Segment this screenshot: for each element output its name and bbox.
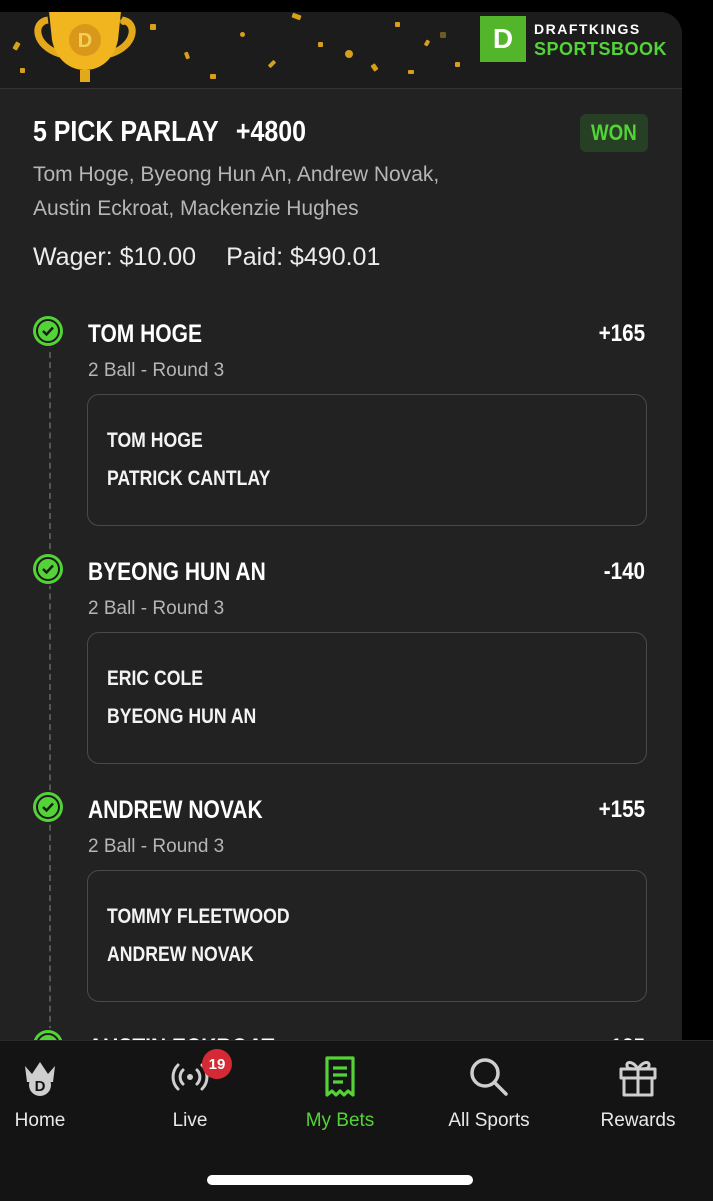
confetti-piece	[408, 70, 414, 74]
draftkings-crown-icon: D	[480, 16, 526, 62]
leg-selection: ANDREW NOVAK	[88, 796, 263, 824]
bet-title: 5 PICK PARLAY +4800	[33, 116, 306, 149]
leg-market: 2 Ball - Round 3	[88, 360, 225, 381]
confetti-piece	[318, 42, 323, 47]
draftkings-logo: D DRAFTKINGS SPORTSBOOK	[480, 16, 667, 62]
check-icon	[33, 792, 63, 822]
paid-amount: Paid: $490.01	[226, 243, 381, 271]
matchup-box[interactable]: TOMMY FLEETWOOD ANDREW NOVAK	[87, 870, 647, 1002]
bet-odds: +4800	[235, 116, 306, 148]
confetti-piece	[240, 32, 245, 37]
bet-type: 5 PICK PARLAY	[33, 116, 219, 148]
confetti-piece	[267, 59, 277, 69]
confetti-piece	[345, 50, 353, 58]
leg-market: 2 Ball - Round 3	[88, 836, 225, 857]
home-indicator[interactable]	[207, 1175, 473, 1185]
status-badge: WON	[580, 114, 648, 152]
confetti-piece	[183, 51, 191, 60]
crown-icon: D	[18, 1055, 62, 1099]
selections-summary: Tom Hoge, Byeong Hun An, Andrew Novak, A…	[33, 163, 440, 220]
leg-selection: BYEONG HUN AN	[88, 558, 266, 586]
leg-odds: +165	[598, 320, 645, 347]
check-icon	[33, 554, 63, 584]
confetti-piece	[291, 12, 302, 21]
matchup-player: BYEONG HUN AN	[107, 705, 257, 728]
svg-text:D: D	[78, 30, 92, 52]
wager-amount: Wager: $10.00	[33, 243, 197, 271]
confetti-piece	[12, 41, 21, 51]
matchup-player: ANDREW NOVAK	[107, 943, 254, 966]
gift-icon	[616, 1055, 660, 1099]
divider	[0, 88, 682, 89]
matchup-player: ERIC COLE	[107, 667, 204, 690]
confetti-piece	[210, 74, 216, 79]
confetti-piece	[455, 62, 460, 67]
matchup-box[interactable]: ERIC COLE BYEONG HUN AN	[87, 632, 647, 764]
matchup-player: PATRICK CANTLAY	[107, 467, 271, 490]
live-count-badge: 19	[202, 1049, 232, 1079]
matchup-player: TOMMY FLEETWOOD	[107, 905, 290, 928]
matchup-player: TOM HOGE	[107, 429, 203, 452]
wager-summary: Wager: $10.00 Paid: $490.01	[33, 243, 380, 272]
leg-odds: +155	[598, 796, 645, 823]
leg-selection: TOM HOGE	[88, 320, 202, 348]
confetti-piece	[423, 39, 431, 47]
svg-text:D: D	[35, 1078, 46, 1095]
confetti-piece	[150, 24, 156, 30]
confetti-piece	[20, 68, 25, 73]
confetti-piece	[395, 22, 400, 27]
trophy-icon: D	[34, 12, 136, 82]
logo-bottom-text: SPORTSBOOK	[534, 39, 668, 59]
leg-market: 2 Ball - Round 3	[88, 598, 225, 619]
confetti-piece	[440, 32, 446, 38]
confetti-piece	[370, 63, 379, 72]
receipt-icon	[318, 1055, 362, 1099]
legs-timeline	[49, 332, 51, 1062]
check-icon	[33, 316, 63, 346]
search-icon	[467, 1055, 511, 1099]
matchup-box[interactable]: TOM HOGE PATRICK CANTLAY	[87, 394, 647, 526]
logo-top-text: DRAFTKINGS	[534, 21, 641, 37]
leg-odds: -140	[603, 558, 645, 585]
